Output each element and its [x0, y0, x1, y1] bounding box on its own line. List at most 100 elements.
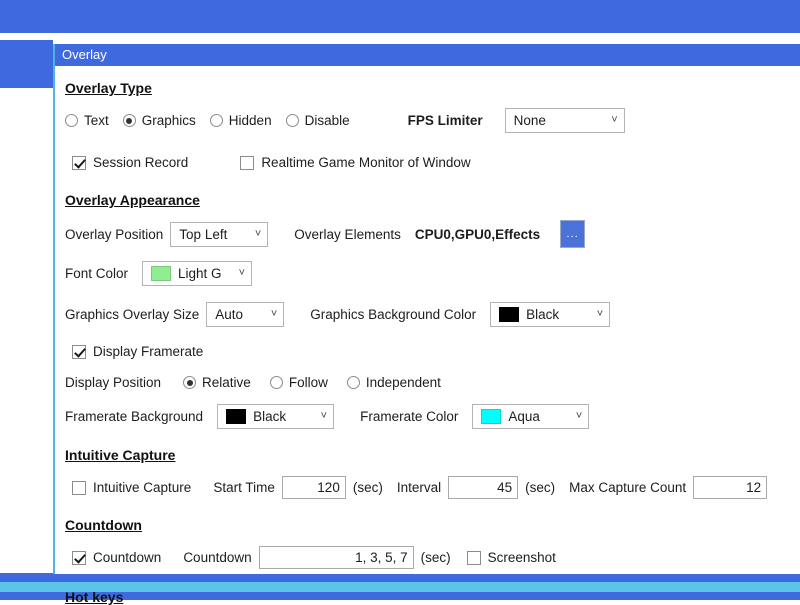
radio-label-follow: Follow: [288, 375, 328, 390]
chevron-down-icon: ˅: [611, 114, 618, 126]
font-color-label: Font Color: [65, 266, 129, 281]
checkbox-icon-session-record: [72, 155, 86, 170]
radio-icon-hidden: [209, 114, 223, 127]
max-capture-count-label: Max Capture Count: [569, 480, 687, 495]
graphics-background-color-value: Black: [526, 307, 560, 322]
interval-input[interactable]: 45: [448, 476, 519, 499]
checkbox-label-display-framerate: Display Framerate: [93, 344, 204, 359]
radio-label-disable: Disable: [304, 113, 350, 128]
overlay-position-value: Top Left: [179, 226, 228, 242]
framerate-background-select[interactable]: Black ˅: [217, 404, 335, 429]
font-color-select[interactable]: Light G ˅: [142, 261, 253, 286]
chevron-down-icon: ˅: [575, 410, 583, 422]
checkbox-label-screenshot: Screenshot: [487, 550, 556, 565]
graphics-overlay-size-select[interactable]: Auto ˅: [206, 302, 285, 327]
display-framerate-row: Display Framerate: [65, 344, 800, 359]
graphics-overlay-size-label: Graphics Overlay Size: [65, 307, 200, 322]
section-heading-countdown: Countdown: [65, 517, 142, 533]
color-swatch-framerate-color: [481, 409, 502, 424]
checkbox-icon-intuitive-capture: [72, 480, 86, 495]
framerate-background-label: Framerate Background: [65, 409, 204, 424]
fps-limiter-select[interactable]: None ˅: [504, 108, 625, 133]
countdown-field-label: Countdown: [183, 550, 252, 565]
checkbox-countdown[interactable]: Countdown: [72, 550, 161, 565]
overlay-elements-browse-button[interactable]: ...: [560, 220, 586, 248]
panel-body: Overlay Type Text Graphics Hidden Disabl…: [55, 66, 800, 605]
interval-label: Interval: [396, 480, 442, 495]
framerate-background-value: Black: [253, 409, 287, 424]
section-heading-hot-keys: Hot keys: [65, 589, 124, 605]
section-heading-overlay-type: Overlay Type: [65, 80, 152, 96]
sidebar-block[interactable]: [0, 40, 53, 88]
checkbox-display-framerate[interactable]: Display Framerate: [72, 344, 203, 359]
radio-label-relative: Relative: [202, 375, 251, 390]
color-swatch-graphics-background: [499, 307, 520, 322]
overlay-type-row: Text Graphics Hidden Disable FPS Limiter…: [65, 108, 800, 133]
fps-limiter-value: None: [513, 113, 546, 128]
countdown-row: Countdown Countdown 1, 3, 5, 7 (sec) Scr…: [65, 546, 800, 569]
countdown-input[interactable]: 1, 3, 5, 7: [258, 546, 414, 569]
countdown-unit: (sec): [420, 550, 451, 565]
overlay-elements-label: Overlay Elements: [294, 226, 401, 242]
checkbox-session-record[interactable]: Session Record: [72, 155, 188, 170]
checkbox-icon-countdown: [72, 550, 86, 565]
radio-icon-follow: [269, 376, 283, 389]
graphics-background-color-select[interactable]: Black ˅: [490, 302, 611, 327]
checkbox-label-intuitive-capture: Intuitive Capture: [93, 480, 192, 495]
overlay-position-select[interactable]: Top Left ˅: [170, 221, 269, 247]
font-color-row: Font Color Light G ˅: [65, 261, 800, 286]
radio-display-position-follow[interactable]: Follow: [269, 375, 328, 390]
radio-overlay-type-text[interactable]: Text: [65, 113, 109, 128]
framerate-color-select[interactable]: Aqua ˅: [472, 404, 590, 429]
max-capture-count-input[interactable]: 12: [693, 476, 768, 499]
window-top-bar: [0, 0, 800, 33]
checkbox-label-countdown: Countdown: [93, 550, 162, 565]
font-color-value: Light G: [178, 266, 222, 281]
radio-label-graphics: Graphics: [141, 113, 196, 128]
radio-icon-independent: [346, 376, 360, 389]
radio-label-hidden: Hidden: [228, 113, 272, 128]
checkbox-icon-screenshot: [466, 550, 481, 565]
radio-icon-relative: [183, 376, 197, 389]
panel-title: Overlay: [55, 44, 800, 66]
checkbox-realtime-game-monitor[interactable]: Realtime Game Monitor of Window: [240, 155, 471, 170]
radio-overlay-type-graphics[interactable]: Graphics: [122, 113, 196, 128]
start-time-input[interactable]: 120: [281, 476, 346, 499]
radio-icon-disable: [285, 114, 299, 127]
chevron-down-icon: ˅: [270, 308, 278, 320]
radio-overlay-type-hidden[interactable]: Hidden: [209, 113, 272, 128]
checkbox-screenshot[interactable]: Screenshot: [466, 550, 556, 565]
checkbox-label-realtime-game-monitor: Realtime Game Monitor of Window: [261, 155, 471, 170]
color-swatch-framerate-background: [226, 409, 247, 424]
checkbox-intuitive-capture[interactable]: Intuitive Capture: [72, 480, 191, 495]
framerate-colors-row: Framerate Background Black ˅ Framerate C…: [65, 404, 800, 429]
chevron-down-icon: ˅: [238, 267, 246, 279]
display-position-row: Display Position Relative Follow Indepen…: [65, 375, 800, 390]
overlay-position-row: Overlay Position Top Left ˅ Overlay Elem…: [65, 220, 800, 248]
graphics-overlay-size-value: Auto: [215, 307, 244, 322]
radio-display-position-relative[interactable]: Relative: [183, 375, 251, 390]
radio-label-text: Text: [84, 113, 109, 128]
session-record-row: Session Record Realtime Game Monitor of …: [65, 155, 800, 170]
graphics-background-color-label: Graphics Background Color: [310, 307, 477, 322]
chevron-down-icon: ˅: [596, 308, 604, 320]
section-heading-overlay-appearance: Overlay Appearance: [65, 192, 200, 208]
radio-label-independent: Independent: [365, 375, 441, 390]
overlay-position-label: Overlay Position: [65, 226, 164, 242]
checkbox-icon-display-framerate: [72, 344, 86, 359]
chevron-down-icon: ˅: [254, 227, 262, 240]
fps-limiter-label: FPS Limiter: [407, 113, 483, 128]
radio-overlay-type-disable[interactable]: Disable: [285, 113, 350, 128]
radio-icon-graphics: [122, 114, 136, 127]
graphics-overlay-size-row: Graphics Overlay Size Auto ˅ Graphics Ba…: [65, 302, 800, 327]
start-time-label: Start Time: [213, 480, 275, 495]
framerate-color-value: Aqua: [508, 409, 540, 424]
interval-unit: (sec): [525, 480, 556, 495]
intuitive-capture-row: Intuitive Capture Start Time 120 (sec) I…: [65, 476, 800, 499]
chevron-down-icon: ˅: [320, 410, 328, 422]
start-time-unit: (sec): [352, 480, 383, 495]
radio-display-position-independent[interactable]: Independent: [346, 375, 441, 390]
radio-icon-text: [65, 114, 78, 127]
overlay-settings-panel: Overlay Overlay Type Text Graphics Hidde…: [53, 44, 800, 605]
overlay-elements-value: CPU0,GPU0,Effects: [414, 226, 541, 242]
